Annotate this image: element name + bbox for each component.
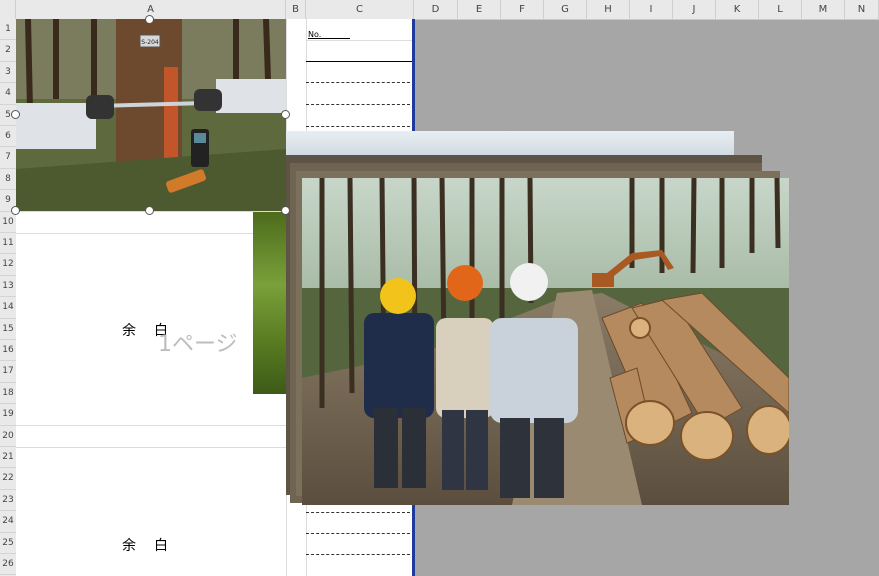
row-header[interactable]: 4 <box>0 83 16 105</box>
dashed-row <box>306 554 410 555</box>
forest-workers-illustration <box>302 178 789 505</box>
resize-handle-bottom-left[interactable] <box>11 206 20 215</box>
column-header-i[interactable]: I <box>630 0 673 19</box>
dashed-row <box>306 82 410 83</box>
resize-handle-top[interactable] <box>145 15 154 24</box>
row-header[interactable]: 20 <box>0 426 16 447</box>
gridline <box>306 40 414 41</box>
row-header[interactable]: 22 <box>0 468 16 490</box>
dashed-row <box>306 512 410 513</box>
column-header-l[interactable]: L <box>759 0 802 19</box>
row-header[interactable]: 26 <box>0 554 16 576</box>
tree-measurement-illustration: S-204 <box>16 19 286 211</box>
tree-measurement-photo[interactable]: S-204 <box>16 19 286 211</box>
row-header[interactable]: 11 <box>0 233 16 255</box>
row-header[interactable]: 6 <box>0 126 16 148</box>
margin-label-lower[interactable]: 余白 <box>122 535 186 555</box>
row-header[interactable]: 19 <box>0 404 16 426</box>
row-header[interactable]: 14 <box>0 297 16 319</box>
row-header[interactable]: 21 <box>0 447 16 469</box>
column-header-g[interactable]: G <box>544 0 587 19</box>
row-header[interactable]: 1 <box>0 19 16 41</box>
row-header[interactable]: 2 <box>0 40 16 62</box>
page-number-watermark: 1ページ <box>158 332 238 357</box>
column-header-d[interactable]: D <box>414 0 458 19</box>
cell-border <box>306 61 414 62</box>
dashed-row <box>306 533 410 534</box>
tree-tag-text: S-204 <box>141 39 159 46</box>
column-header-c[interactable]: C <box>306 0 414 19</box>
column-header-j[interactable]: J <box>673 0 716 19</box>
row-header[interactable]: 12 <box>0 254 16 276</box>
row-header[interactable]: 25 <box>0 533 16 554</box>
resize-handle-bottom[interactable] <box>145 206 154 215</box>
dashed-row <box>306 104 410 105</box>
column-header-k[interactable]: K <box>716 0 759 19</box>
column-header-h[interactable]: H <box>587 0 630 19</box>
column-header-f[interactable]: F <box>501 0 544 19</box>
row-header-bar: 1 2 3 4 5 6 7 8 9 10 11 12 13 14 15 16 1… <box>0 19 17 576</box>
row-header[interactable]: 16 <box>0 340 16 362</box>
row-header[interactable]: 13 <box>0 276 16 298</box>
select-all-corner[interactable] <box>0 0 16 19</box>
cell-underline <box>308 38 350 39</box>
column-header-b[interactable]: B <box>286 0 306 19</box>
moss-photo[interactable] <box>253 212 288 394</box>
resize-handle-left[interactable] <box>11 110 20 119</box>
resize-handle-bottom-right[interactable] <box>281 206 290 215</box>
row-header[interactable]: 18 <box>0 383 16 405</box>
dashed-row <box>306 126 410 127</box>
row-header[interactable]: 23 <box>0 490 16 512</box>
row-header[interactable]: 7 <box>0 147 16 169</box>
row-header[interactable]: 17 <box>0 361 16 383</box>
row-header[interactable]: 15 <box>0 319 16 340</box>
row-header[interactable]: 3 <box>0 62 16 84</box>
column-header-n[interactable]: N <box>845 0 879 19</box>
forest-workers-photo[interactable] <box>302 178 789 505</box>
row-header[interactable]: 24 <box>0 511 16 533</box>
row-header[interactable]: 8 <box>0 169 16 191</box>
column-header-bar: A B C D E F G H I J K L M N <box>0 0 879 20</box>
column-header-m[interactable]: M <box>802 0 845 19</box>
resize-handle-right[interactable] <box>281 110 290 119</box>
column-header-e[interactable]: E <box>458 0 501 19</box>
